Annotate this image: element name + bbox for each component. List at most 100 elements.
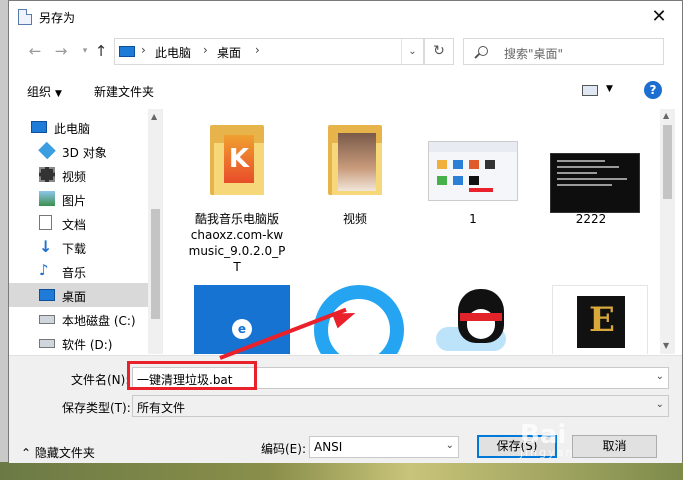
scroll-down-icon[interactable]: ▼ bbox=[663, 341, 669, 350]
breadcrumb-this-pc[interactable]: 此电脑 bbox=[155, 44, 191, 61]
forward-arrow-icon[interactable]: → bbox=[51, 41, 71, 61]
sidebar-item-label: 图片 bbox=[62, 194, 87, 208]
encoding-select[interactable]: ANSI ⌄ bbox=[309, 436, 459, 458]
file-item-app-e[interactable] bbox=[542, 285, 652, 354]
folder-icon: K bbox=[210, 125, 264, 195]
sidebar-item-videos[interactable]: 视频 bbox=[9, 163, 148, 187]
save-as-dialog: 另存为 ✕ ← → ▾ ↑ › 此电脑 › 桌面 › ⌄ ↻ 搜索"桌面" 组织… bbox=[8, 0, 683, 463]
sidebar-item-drive-d[interactable]: 软件 (D:) bbox=[9, 331, 148, 354]
filetype-label: 保存类型(T): bbox=[62, 401, 131, 415]
sidebar-item-label: 音乐 bbox=[62, 266, 87, 280]
desktop-icon bbox=[39, 289, 55, 301]
sidebar-item-desktop[interactable]: 桌面 bbox=[9, 283, 148, 307]
sidebar-item-downloads[interactable]: ↓ 下载 bbox=[9, 235, 148, 259]
organize-label: 组织 bbox=[27, 85, 52, 99]
background-strip bbox=[0, 0, 8, 480]
watermark-subtext: jingyan bbox=[520, 446, 575, 459]
breadcrumb-separator[interactable]: › bbox=[255, 43, 260, 57]
cancel-button[interactable]: 取消 bbox=[572, 435, 657, 458]
window-title: 另存为 bbox=[39, 11, 76, 25]
sidebar-item-drive-c[interactable]: 本地磁盘 (C:) bbox=[9, 307, 148, 331]
chevron-down-icon[interactable]: ▼ bbox=[606, 84, 613, 94]
sidebar-item-label: 文档 bbox=[62, 218, 87, 232]
search-placeholder: 搜索"桌面" bbox=[504, 47, 564, 61]
document-icon bbox=[39, 215, 52, 230]
file-item-image-1[interactable]: 1 bbox=[418, 117, 528, 237]
scrollbar-thumb[interactable] bbox=[663, 125, 672, 199]
search-icon bbox=[478, 46, 488, 56]
sidebar-item-label: 桌面 bbox=[62, 290, 87, 304]
download-icon: ↓ bbox=[39, 237, 53, 256]
title-bar: 另存为 ✕ bbox=[9, 1, 682, 32]
terminal-thumbnail bbox=[550, 153, 640, 213]
chevron-down-icon: ▼ bbox=[55, 89, 62, 99]
sidebar-scrollbar[interactable]: ▲ bbox=[148, 109, 162, 354]
organize-menu[interactable]: 组织 ▼ bbox=[27, 83, 62, 100]
filetype-value: 所有文件 bbox=[137, 401, 186, 415]
folder-preview-image bbox=[338, 133, 376, 191]
pc-icon bbox=[119, 46, 135, 57]
view-mode-icon[interactable] bbox=[582, 85, 598, 96]
edge-logo-icon: e bbox=[232, 319, 252, 339]
close-button[interactable]: ✕ bbox=[636, 1, 682, 32]
file-item-image-2222[interactable]: 2222 bbox=[536, 117, 646, 237]
encoding-label: 编码(E): bbox=[261, 442, 306, 456]
edge-app-icon: e bbox=[194, 285, 290, 354]
breadcrumb-separator[interactable]: › bbox=[203, 43, 208, 57]
music-icon: ♪ bbox=[39, 261, 49, 279]
sidebar-item-label: 下载 bbox=[62, 242, 87, 256]
file-item-qq-shortcut[interactable] bbox=[418, 285, 528, 354]
chevron-down-icon: ⌄ bbox=[655, 399, 664, 410]
save-options-panel: 文件名(N): 一键清理垃圾.bat ⌄ 保存类型(T): 所有文件 ⌄ ⌃ 隐… bbox=[9, 355, 682, 463]
breadcrumb-separator[interactable]: › bbox=[141, 43, 146, 57]
file-name: 2222 bbox=[575, 212, 607, 226]
file-item-edge-shortcut[interactable]: e bbox=[186, 285, 296, 354]
help-icon[interactable]: ? bbox=[644, 81, 662, 99]
sidebar-item-pictures[interactable]: 图片 bbox=[9, 187, 148, 211]
qq-penguin-icon bbox=[458, 289, 504, 343]
sidebar-item-this-pc[interactable]: 此电脑 bbox=[9, 115, 148, 139]
pc-icon bbox=[31, 121, 47, 133]
scrollbar-thumb[interactable] bbox=[151, 209, 160, 319]
film-icon bbox=[39, 167, 55, 182]
search-input[interactable]: 搜索"桌面" bbox=[463, 38, 664, 65]
drive-icon bbox=[39, 315, 55, 324]
hide-folders-label: 隐藏文件夹 bbox=[34, 446, 95, 460]
file-item-kuwo-folder[interactable]: K 酷我音乐电脑版 chaoxz.com-kw music_9.0.2.0_P … bbox=[182, 117, 292, 285]
picture-icon bbox=[39, 191, 55, 206]
command-bar: 组织 ▼ 新建文件夹 ▼ ? bbox=[9, 73, 682, 107]
sidebar-item-music[interactable]: ♪ 音乐 bbox=[9, 259, 148, 283]
filetype-select[interactable]: 所有文件 ⌄ bbox=[132, 395, 669, 417]
hide-folders-toggle[interactable]: ⌃ 隐藏文件夹 bbox=[21, 444, 95, 461]
chevron-down-icon[interactable]: ⌄ bbox=[656, 371, 664, 382]
file-list: K 酷我音乐电脑版 chaoxz.com-kw music_9.0.2.0_P … bbox=[164, 109, 660, 354]
file-name: 1 bbox=[469, 212, 477, 226]
sidebar-item-label: 此电脑 bbox=[54, 122, 91, 136]
sidebar-item-label: 3D 对象 bbox=[62, 146, 107, 160]
drive-icon bbox=[39, 339, 55, 348]
sidebar-item-label: 软件 (D:) bbox=[62, 338, 113, 352]
sidebar-item-documents[interactable]: 文档 bbox=[9, 211, 148, 235]
file-name: 酷我音乐电脑版 chaoxz.com-kw music_9.0.2.0_P T bbox=[188, 212, 286, 274]
file-name: 视频 bbox=[342, 212, 367, 226]
cube-icon bbox=[38, 141, 56, 160]
new-folder-button[interactable]: 新建文件夹 bbox=[94, 83, 154, 100]
refresh-button[interactable]: ↻ bbox=[424, 38, 454, 65]
sidebar-item-label: 视频 bbox=[62, 170, 87, 184]
kuwo-logo-icon: K bbox=[224, 135, 254, 183]
file-item-video-folder[interactable]: 视频 bbox=[300, 117, 410, 237]
document-icon bbox=[18, 9, 32, 25]
address-dropdown-icon[interactable]: ⌄ bbox=[401, 39, 423, 64]
address-bar[interactable]: › 此电脑 › 桌面 › ⌄ bbox=[114, 38, 424, 65]
background-desktop bbox=[0, 462, 683, 480]
breadcrumb-desktop[interactable]: 桌面 bbox=[217, 44, 241, 61]
scroll-up-icon[interactable]: ▲ bbox=[663, 111, 669, 120]
back-arrow-icon[interactable]: ← bbox=[25, 41, 45, 61]
app-e-icon bbox=[552, 285, 648, 354]
scroll-up-icon[interactable]: ▲ bbox=[151, 112, 157, 121]
navigation-bar: ← → ▾ ↑ › 此电脑 › 桌面 › ⌄ ↻ 搜索"桌面" bbox=[9, 33, 682, 69]
filename-label: 文件名(N): bbox=[71, 373, 130, 387]
up-arrow-icon[interactable]: ↑ bbox=[91, 41, 111, 61]
file-list-scrollbar[interactable]: ▲ ▼ bbox=[660, 109, 675, 354]
sidebar-item-3d-objects[interactable]: 3D 对象 bbox=[9, 139, 148, 163]
